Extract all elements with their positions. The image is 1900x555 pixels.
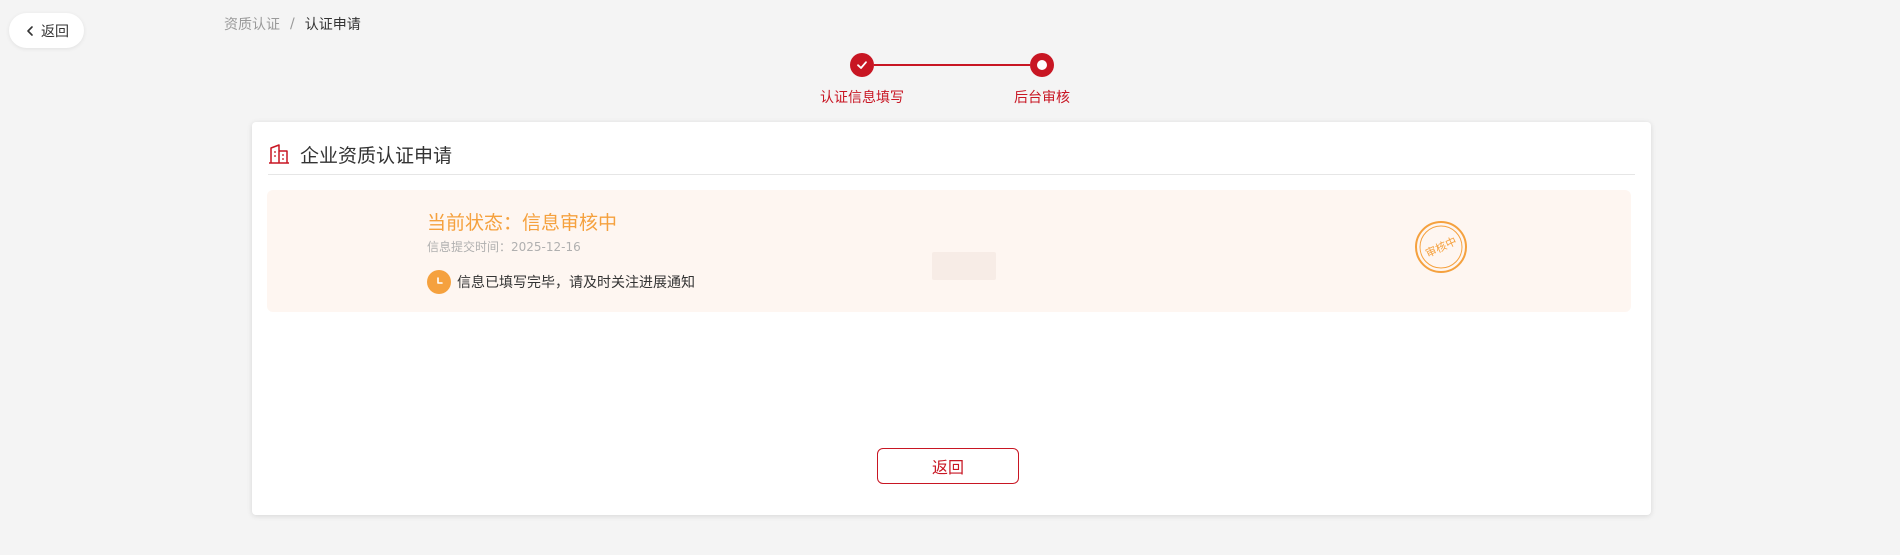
status-submit-time: 信息提交时间：2025-12-16 [427,240,581,254]
step-1-check-icon [850,53,874,77]
top-back-label: 返回 [41,23,69,40]
building-icon [269,144,289,164]
step-2-label: 后台审核 [1014,90,1070,106]
chevron-left-icon [27,25,33,36]
reviewing-stamp-icon: 审核中 [1415,221,1467,273]
stamp-text: 审核中 [1423,234,1459,261]
back-button[interactable]: 返回 [877,448,1019,484]
card-title: 企业资质认证申请 [300,144,453,167]
breadcrumb-parent[interactable]: 资质认证 [224,14,280,34]
clock-icon [427,270,451,294]
card-header: 企业资质认证申请 [268,134,1635,175]
status-title: 当前状态：信息审核中 [427,212,618,234]
placeholder-block [932,252,996,280]
step-1-label: 认证信息填写 [820,90,904,106]
status-panel: 当前状态：信息审核中 信息提交时间：2025-12-16 信息已填写完毕，请及时… [267,190,1631,312]
step-connector [874,64,1030,66]
status-note: 信息已填写完毕，请及时关注进展通知 [427,270,695,294]
breadcrumb-current: 认证申请 [304,17,361,33]
step-2-active-icon [1030,53,1054,77]
certification-card: 企业资质认证申请 当前状态：信息审核中 信息提交时间：2025-12-16 信息… [252,122,1651,515]
breadcrumb-separator: / [290,16,295,32]
breadcrumb: 资质认证 / 认证申请 [224,14,361,34]
status-note-text: 信息已填写完毕，请及时关注进展通知 [457,275,695,291]
top-back-button[interactable]: 返回 [9,13,84,48]
